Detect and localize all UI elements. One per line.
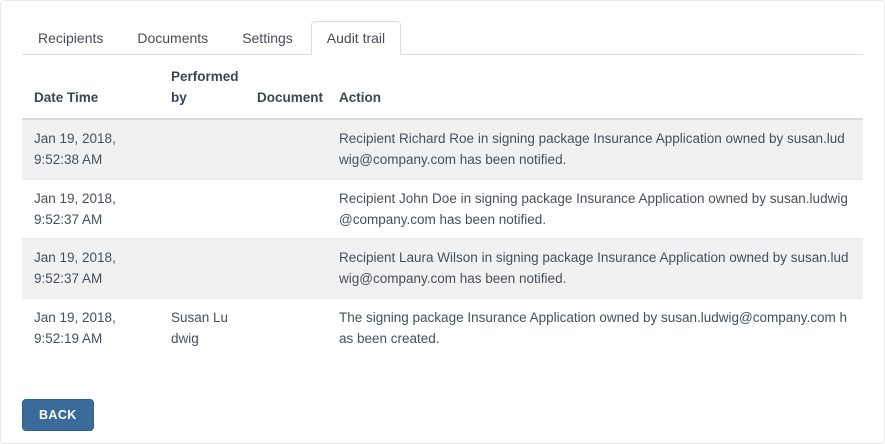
cell-document — [245, 119, 327, 179]
cell-performed-by: Susan Ludwig — [159, 298, 245, 357]
tab-documents[interactable]: Documents — [121, 21, 224, 55]
column-header-document: Document — [245, 57, 327, 119]
cell-document — [245, 239, 327, 299]
cell-document — [245, 179, 327, 239]
cell-date-time: Jan 19, 2018, 9:52:37 AM — [22, 179, 159, 239]
cell-performed-by — [159, 179, 245, 239]
column-header-performed-by: Performed by — [159, 57, 245, 119]
cell-performed-by — [159, 119, 245, 179]
audit-trail-panel: Recipients Documents Settings Audit trai… — [0, 0, 885, 444]
tab-settings[interactable]: Settings — [226, 21, 309, 55]
cell-date-time: Jan 19, 2018, 9:52:38 AM — [22, 119, 159, 179]
cell-action: The signing package Insurance Applicatio… — [327, 298, 863, 357]
table-row: Jan 19, 2018, 9:52:37 AM Recipient John … — [22, 179, 863, 239]
cell-action: Recipient Laura Wilson in signing packag… — [327, 239, 863, 299]
table-row: Jan 19, 2018, 9:52:19 AM Susan Ludwig Th… — [22, 298, 863, 357]
table-header-row: Date Time Performed by Document Action — [22, 57, 863, 119]
back-button[interactable]: BACK — [22, 399, 94, 431]
audit-trail-table: Date Time Performed by Document Action J… — [22, 57, 863, 357]
tab-bar: Recipients Documents Settings Audit trai… — [22, 21, 863, 55]
column-header-action: Action — [327, 57, 863, 119]
cell-performed-by — [159, 239, 245, 299]
cell-action: Recipient Richard Roe in signing package… — [327, 119, 863, 179]
cell-action: Recipient John Doe in signing package In… — [327, 179, 863, 239]
cell-date-time: Jan 19, 2018, 9:52:37 AM — [22, 239, 159, 299]
cell-date-time: Jan 19, 2018, 9:52:19 AM — [22, 298, 159, 357]
table-row: Jan 19, 2018, 9:52:37 AM Recipient Laura… — [22, 239, 863, 299]
tab-recipients[interactable]: Recipients — [22, 21, 119, 55]
table-row: Jan 19, 2018, 9:52:38 AM Recipient Richa… — [22, 119, 863, 179]
actions-bar: BACK — [22, 399, 863, 431]
tab-audit-trail[interactable]: Audit trail — [311, 21, 401, 55]
cell-document — [245, 298, 327, 357]
column-header-date-time: Date Time — [22, 57, 159, 119]
